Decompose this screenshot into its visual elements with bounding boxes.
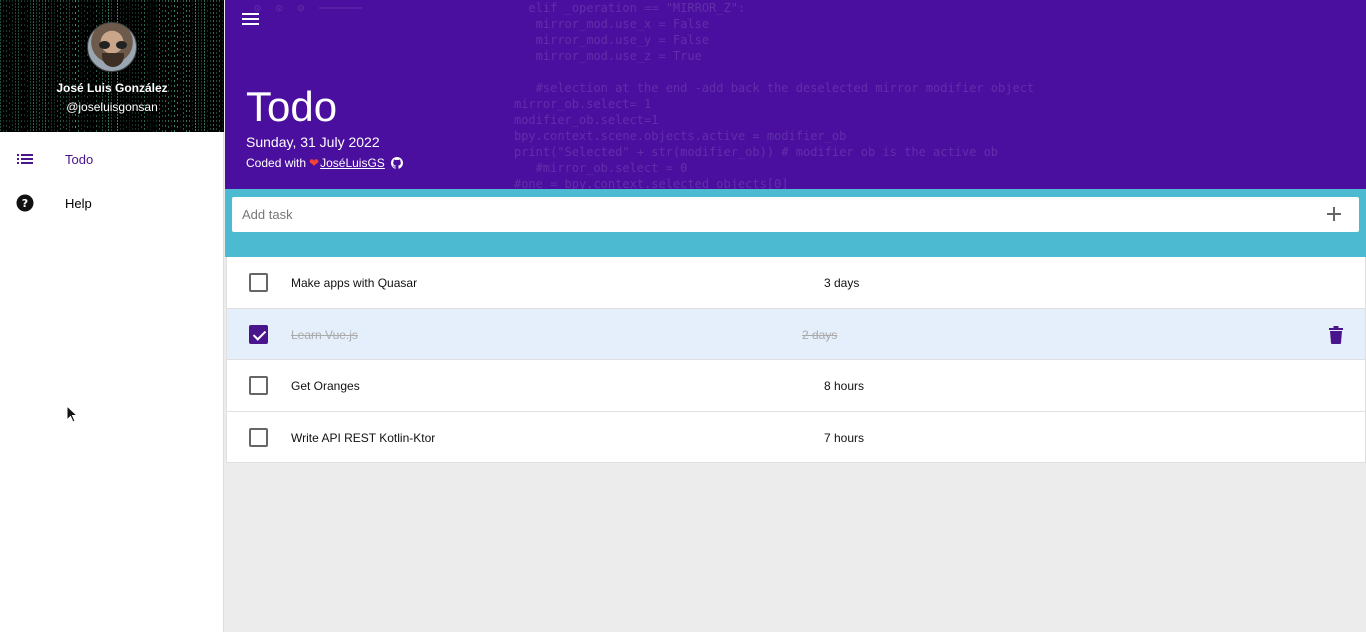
page-header: ⊙ ⊙ ⊙ ────── elif _operation == "MIRROR_… — [225, 0, 1366, 189]
menu-button[interactable] — [241, 11, 261, 27]
task-name: Learn Vue.js — [291, 327, 358, 342]
coded-with-credit: Coded with ❤ JoséLuisGS — [246, 156, 403, 170]
plus-icon[interactable] — [1327, 207, 1341, 221]
heart-icon: ❤ — [309, 156, 320, 170]
svg-text:?: ? — [22, 197, 28, 210]
mouse-cursor-icon — [66, 405, 78, 423]
task-checkbox[interactable] — [249, 273, 268, 292]
task-due: 2 days — [802, 327, 838, 342]
list-icon — [17, 154, 33, 164]
task-list: Make apps with Quasar 3 days Learn Vue.j… — [226, 257, 1366, 463]
page-title: Todo — [246, 83, 338, 130]
navigation-drawer: José Luis González @joseluisgonsan Todo … — [0, 0, 224, 632]
user-name: José Luis González — [56, 81, 168, 95]
nav-item-todo[interactable]: Todo — [0, 137, 224, 181]
task-checkbox[interactable] — [249, 376, 268, 395]
help-circle-icon: ? — [16, 194, 34, 212]
drawer-header: José Luis González @joseluisgonsan — [0, 0, 224, 132]
task-due: 8 hours — [824, 379, 865, 393]
current-date: Sunday, 31 July 2022 — [246, 134, 380, 150]
task-checkbox[interactable] — [249, 427, 268, 447]
nav-item-label: Todo — [65, 151, 94, 167]
add-task-field — [232, 197, 1359, 232]
task-due: 7 hours — [824, 430, 865, 445]
author-link[interactable]: JoséLuisGS — [320, 156, 385, 170]
coded-with-label: Coded with — [246, 156, 307, 170]
task-due: 3 days — [824, 276, 860, 290]
add-task-input[interactable] — [242, 197, 1302, 232]
task-name: Make apps with Quasar — [291, 276, 418, 290]
task-name: Write API REST Kotlin-Ktor — [291, 430, 436, 445]
user-handle: @joseluisgonsan — [66, 100, 158, 114]
delete-icon[interactable] — [1329, 325, 1343, 344]
add-task-bar — [225, 189, 1366, 257]
task-row[interactable]: Learn Vue.js 2 days — [227, 308, 1365, 360]
task-row[interactable]: Get Oranges 8 hours — [227, 360, 1365, 412]
task-checkbox[interactable] — [249, 324, 268, 344]
task-name: Get Oranges — [291, 379, 360, 393]
task-row[interactable]: Make apps with Quasar 3 days — [227, 257, 1365, 309]
avatar — [87, 22, 137, 72]
task-row[interactable]: Write API REST Kotlin-Ktor 7 hours — [227, 411, 1365, 463]
nav-item-label: Help — [65, 195, 92, 211]
github-icon[interactable] — [390, 157, 403, 169]
nav-item-help[interactable]: ? Help — [0, 181, 224, 225]
